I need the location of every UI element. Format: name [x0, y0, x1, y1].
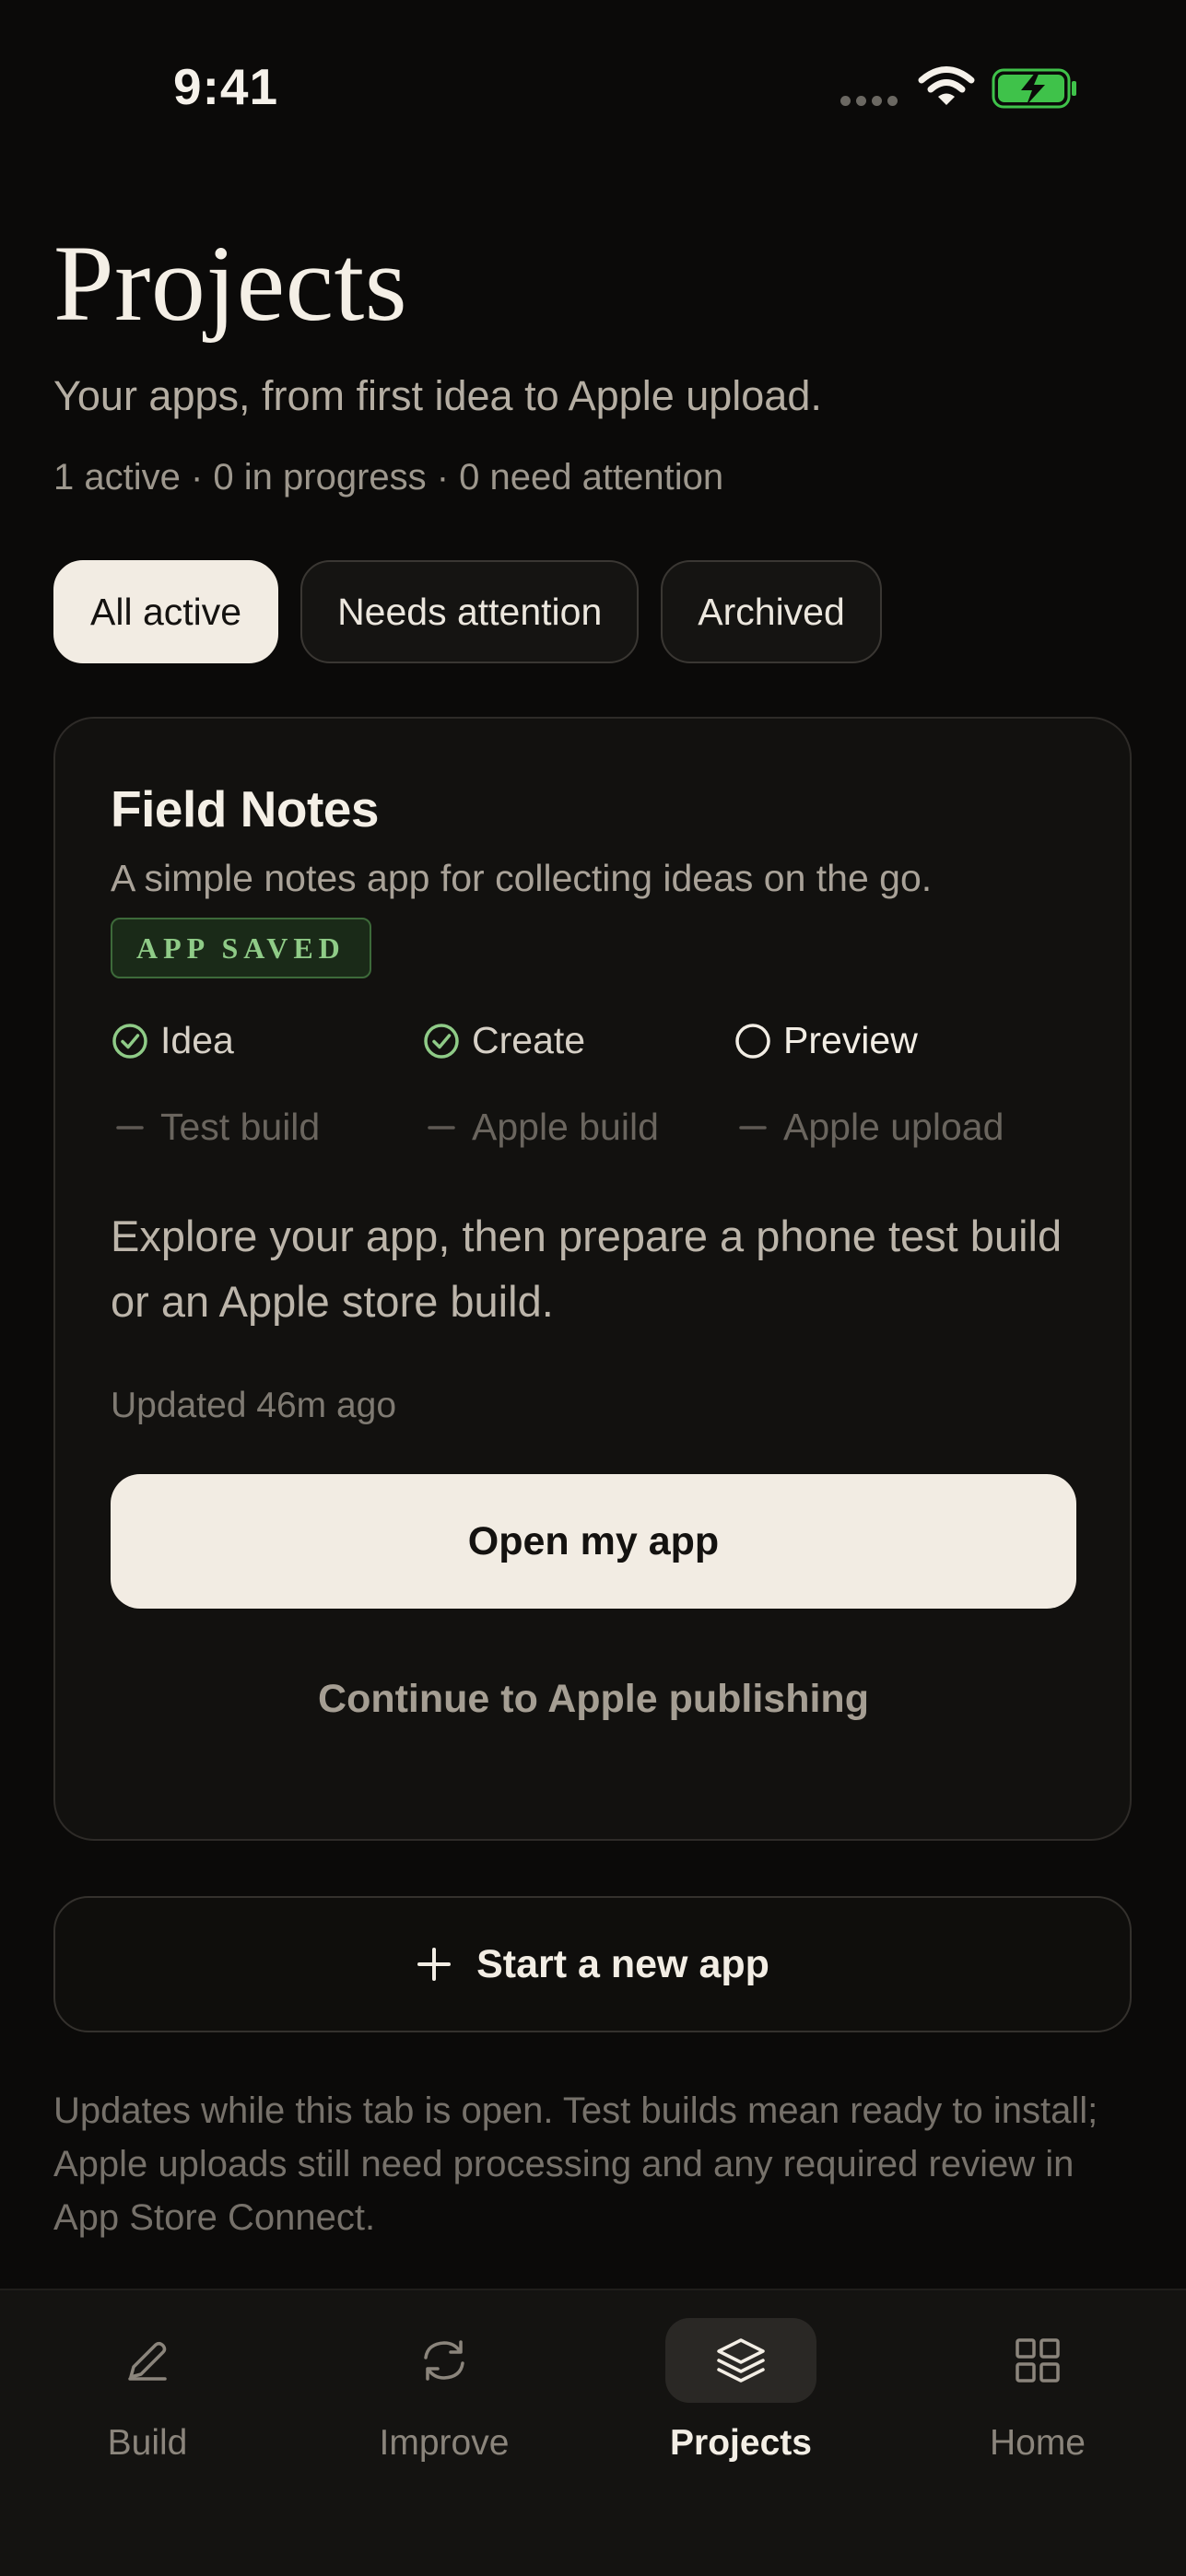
tab-label: Improve	[379, 2423, 510, 2463]
step-test-build: Test build	[111, 1106, 320, 1149]
filter-archived[interactable]: Archived	[661, 560, 882, 663]
pencil-icon	[72, 2318, 223, 2403]
project-card: Field Notes A simple notes app for colle…	[53, 717, 1132, 1841]
step-apple-upload: Apple upload	[734, 1106, 1004, 1149]
battery-charging-icon	[992, 68, 1076, 109]
status-time: 9:41	[173, 58, 279, 115]
check-circle-icon	[111, 1022, 149, 1060]
filter-all-active[interactable]: All active	[53, 560, 279, 663]
dash-icon	[422, 1108, 461, 1147]
dash-icon	[111, 1108, 149, 1147]
tab-bar: Build Improve Projects Home	[0, 2289, 1186, 2576]
next-step-note: Explore your app, then prepare a phone t…	[111, 1212, 1063, 1326]
step-preview: Preview	[734, 1019, 918, 1062]
tab-improve[interactable]: Improve	[306, 2318, 582, 2493]
step-idea: Idea	[111, 1019, 234, 1062]
page-title: Projects	[53, 223, 408, 344]
project-description: A simple notes app for collecting ideas …	[111, 857, 933, 899]
status-badge: APP SAVED	[111, 918, 371, 978]
refresh-icon	[369, 2318, 520, 2403]
project-title: Field Notes	[111, 780, 379, 837]
step-label: Create	[472, 1019, 586, 1061]
tab-build[interactable]: Build	[9, 2318, 286, 2493]
project-counts: 1 active · 0 in progress · 0 need attent…	[53, 457, 724, 498]
step-label: Test build	[160, 1106, 321, 1148]
step-apple-build: Apple build	[422, 1106, 659, 1149]
tab-home[interactable]: Home	[899, 2318, 1176, 2493]
filter-needs-attention[interactable]: Needs attention	[300, 560, 640, 663]
step-create: Create	[422, 1019, 585, 1062]
tab-label: Projects	[670, 2423, 812, 2463]
footnote: Updates while this tab is open. Test bui…	[53, 2090, 1098, 2238]
step-label: Preview	[783, 1019, 918, 1061]
wifi-icon	[918, 66, 975, 105]
layers-icon	[665, 2318, 816, 2403]
step-label: Idea	[160, 1019, 234, 1061]
tab-label: Home	[989, 2423, 1086, 2463]
cellular-signal-icon	[840, 96, 898, 106]
continue-apple-publishing-link[interactable]: Continue to Apple publishing	[111, 1662, 1076, 1736]
status-bar: 9:41	[0, 0, 1186, 175]
open-my-app-button[interactable]: Open my app	[111, 1474, 1076, 1609]
start-new-app-label: Start a new app	[476, 1941, 769, 1986]
dash-icon	[734, 1108, 772, 1147]
tab-label: Build	[107, 2423, 188, 2463]
check-circle-icon	[422, 1022, 461, 1060]
projects-screen: 9:41 Projects Your apps, from first idea…	[0, 0, 1186, 2576]
tab-projects[interactable]: Projects	[603, 2318, 879, 2493]
step-label: Apple upload	[783, 1106, 1004, 1148]
grid-icon	[962, 2318, 1113, 2403]
page-subtitle: Your apps, from first idea to Apple uplo…	[53, 372, 822, 419]
filter-chips: All active Needs attention Archived	[53, 560, 882, 663]
start-new-app-button[interactable]: Start a new app	[53, 1896, 1132, 2032]
empty-circle-icon	[734, 1022, 772, 1060]
step-label: Apple build	[472, 1106, 659, 1148]
updated-timestamp: Updated 46m ago	[111, 1386, 397, 1425]
plus-icon	[417, 1948, 452, 1981]
